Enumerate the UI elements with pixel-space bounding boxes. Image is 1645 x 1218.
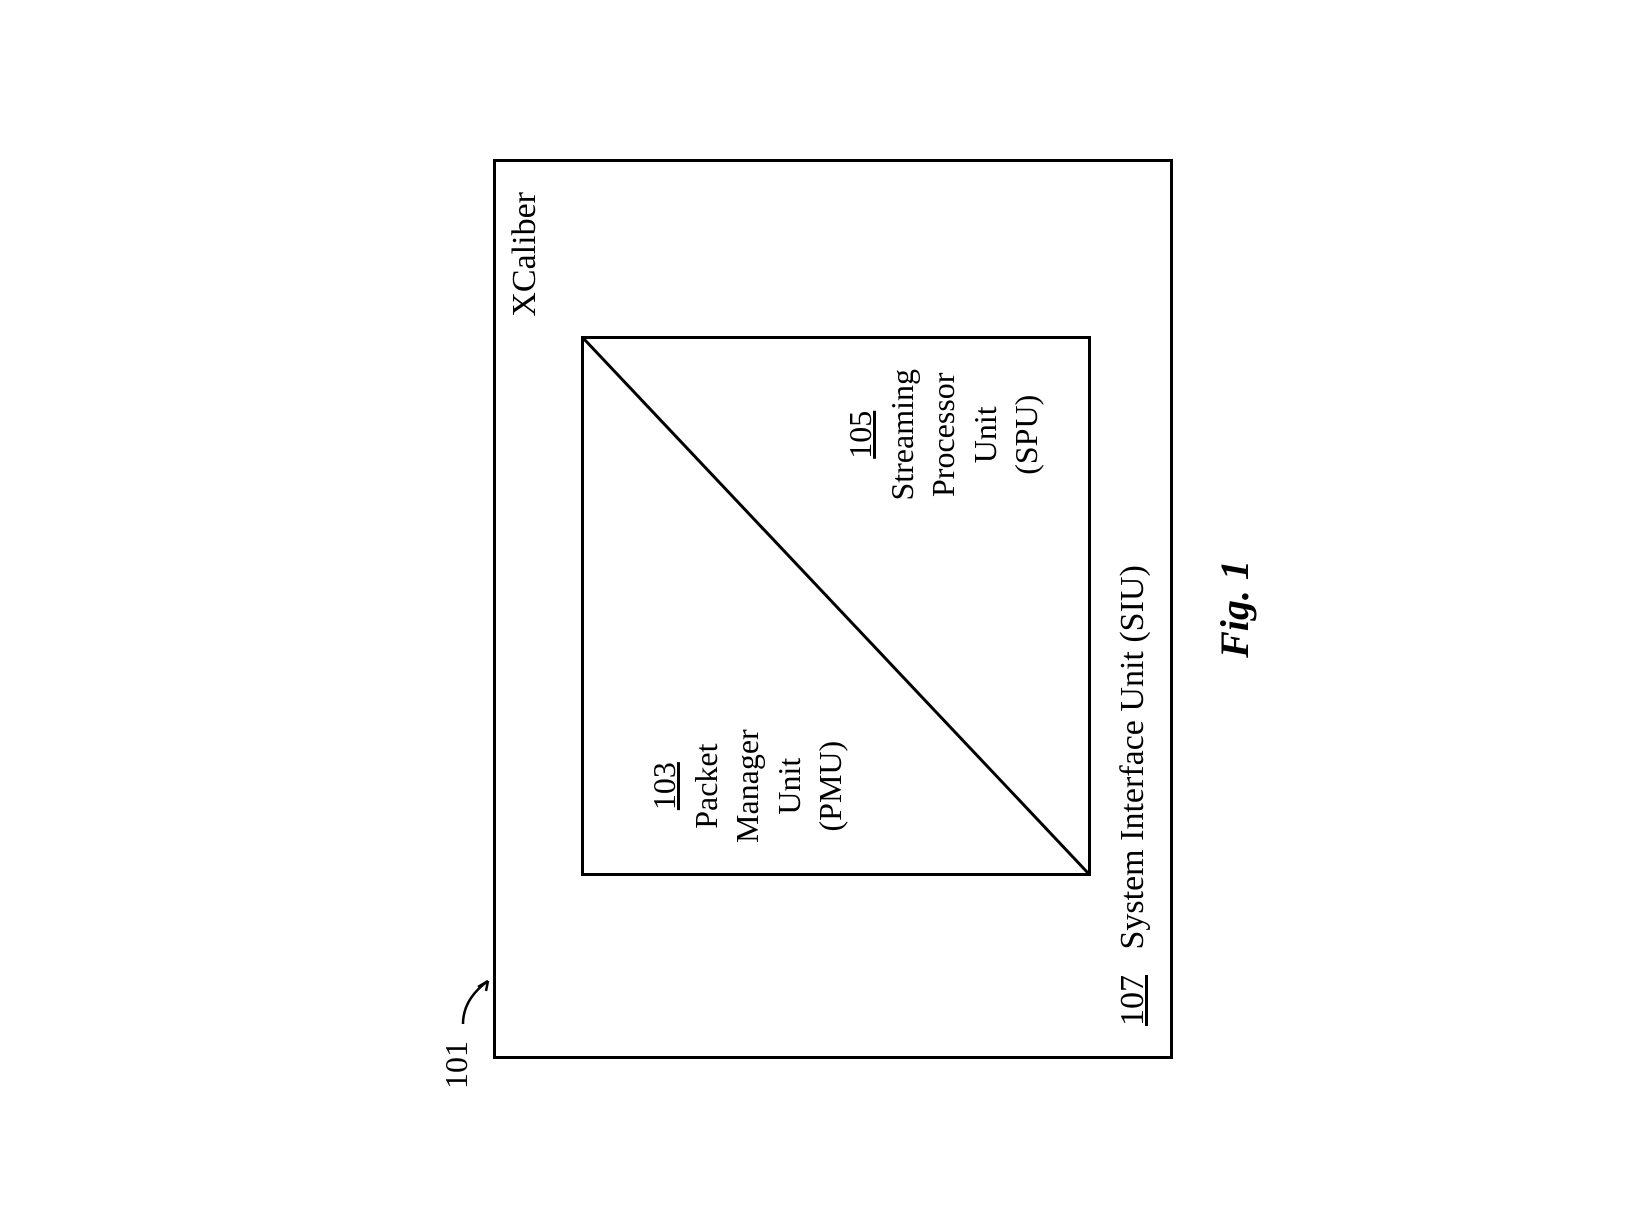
siu-label: 107 System Interface Unit (SIU) [1114,565,1152,1026]
spu-line1: Streaming [881,369,923,501]
ref-label-107: 107 [1114,975,1151,1026]
inner-box: 103 Packet Manager Unit (PMU) 105 Stream… [581,336,1091,876]
ref-label-103: 103 [644,729,686,843]
pmu-line4: (PMU) [810,729,852,843]
diagram-rotated-wrapper: 101 XCaliber 107 System Interface Unit (… [473,159,1173,1059]
pmu-block: 103 Packet Manager Unit (PMU) [644,729,852,843]
spu-line4: (SPU) [1006,369,1048,501]
spu-line3: Unit [964,369,1006,501]
figure-caption: Fig. 1 [1211,560,1258,658]
pmu-line3: Unit [768,729,810,843]
ref-label-105: 105 [840,369,882,501]
pmu-line2: Manager [727,729,769,843]
title-xcaliber: XCaliber [506,192,544,317]
siu-text: System Interface Unit (SIU) [1114,565,1151,949]
spu-block: 105 Streaming Processor Unit (SPU) [840,369,1048,501]
ref-label-101: 101 [438,1041,475,1089]
spu-line2: Processor [923,369,965,501]
outer-box-siu: XCaliber 107 System Interface Unit (SIU)… [493,159,1173,1059]
outer-container: 101 XCaliber 107 System Interface Unit (… [473,159,1173,1059]
pmu-line1: Packet [685,729,727,843]
